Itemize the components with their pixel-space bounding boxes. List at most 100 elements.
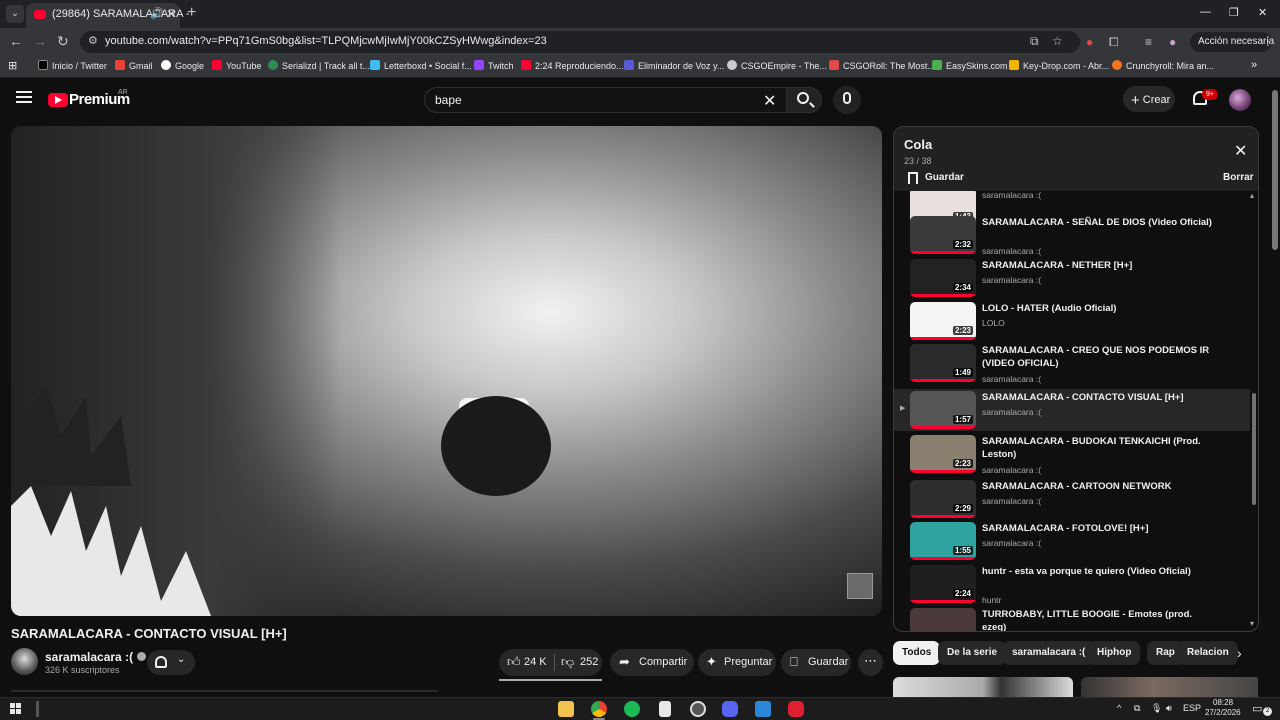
- account-avatar[interactable]: [1229, 89, 1251, 111]
- close-queue-icon[interactable]: ✕: [1234, 141, 1247, 161]
- bookmark-star-icon[interactable]: ☆: [1052, 34, 1063, 48]
- filter-chip[interactable]: saramalacara :(: [1003, 641, 1095, 665]
- window-close-icon[interactable]: ✕: [1258, 6, 1267, 19]
- bookmark-youtube[interactable]: YouTube: [212, 60, 261, 71]
- url-text[interactable]: youtube.com/watch?v=PPq71GmS0bg&list=TLP…: [105, 35, 547, 47]
- queue-item-thumbnail[interactable]: 2:23: [910, 302, 976, 340]
- channel-avatar[interactable]: [11, 648, 38, 675]
- tab-search-chevron-icon[interactable]: ⌄: [6, 5, 24, 23]
- scroll-up-arrow-icon[interactable]: ▴: [1250, 191, 1254, 200]
- channel-name[interactable]: saramalacara :(: [45, 650, 147, 664]
- queue-item[interactable]: 2:34 SARAMALACARA - NETHER [H+] saramalaca…: [894, 257, 1250, 299]
- queue-item-title[interactable]: TURROBABY, LITTLE BOOGIE - Emotes (prod.…: [982, 608, 1212, 631]
- microphone-tray-icon[interactable]: 🎙︎: [1151, 703, 1162, 714]
- filter-chip[interactable]: Relacion: [1178, 641, 1238, 665]
- reload-icon[interactable]: ↻: [57, 33, 69, 50]
- queue-item-thumbnail[interactable]: 1:55: [910, 522, 976, 560]
- queue-item-title[interactable]: SARAMALACARA - FOTOLOVE! [H+]: [982, 522, 1212, 535]
- queue-item-thumbnail[interactable]: 1:49: [910, 344, 976, 382]
- queue-item-thumbnail[interactable]: 2:32: [910, 216, 976, 254]
- queue-save-button[interactable]: Guardar: [925, 172, 964, 183]
- queue-item-thumbnail[interactable]: 2:29: [910, 480, 976, 518]
- bookmark-csgoempire[interactable]: CSGOEmpire - The...: [727, 60, 827, 71]
- new-tab-button[interactable]: +: [187, 4, 196, 22]
- bookmark-serializd[interactable]: Serializd | Track all t...: [268, 60, 370, 71]
- bookmark-csgoroll[interactable]: CSGORoll: The Most...: [829, 60, 935, 71]
- channel-watermark-icon[interactable]: [847, 573, 873, 599]
- filter-chip[interactable]: Todos: [893, 641, 941, 665]
- thumbs-down-icon[interactable]: 👎︎: [561, 654, 574, 670]
- windows-start-icon[interactable]: [10, 703, 22, 715]
- filter-chip[interactable]: Hiphop: [1088, 641, 1141, 665]
- app-window-icon[interactable]: [755, 701, 771, 717]
- filter-chip[interactable]: De la serie: [938, 641, 1007, 665]
- like-count[interactable]: 24 K: [524, 656, 547, 668]
- obs-icon[interactable]: [690, 701, 706, 717]
- bookmark-twitch[interactable]: Twitch: [474, 60, 514, 71]
- language-indicator[interactable]: ESP: [1183, 703, 1201, 713]
- queue-item[interactable]: 2:32 SARAMALACARA - SEÑAL DE DIOS (Video …: [894, 214, 1250, 256]
- action-required-button[interactable]: Acción necesaria: [1190, 32, 1274, 52]
- queue-scrollbar[interactable]: [1252, 393, 1256, 505]
- scroll-down-arrow-icon[interactable]: ▾: [1250, 619, 1254, 628]
- browser-tab-active[interactable]: (29864) SARAMALACARA - 🔊 ✕: [26, 3, 190, 28]
- youtube-logo-icon[interactable]: [48, 93, 68, 107]
- maximize-icon[interactable]: ❐: [1229, 6, 1239, 19]
- queue-clear-button[interactable]: Borrar: [1223, 172, 1254, 183]
- bookmark-easyskins[interactable]: EasySkins.com: [932, 60, 1008, 71]
- related-video-thumbnail[interactable]: [893, 677, 1073, 697]
- queue-item[interactable]: 1:49 SARAMALACARA - CREO QUE NOS PODEMOS …: [894, 342, 1250, 384]
- tray-chevron-icon[interactable]: ^: [1117, 703, 1121, 713]
- queue-item[interactable]: 2:29 SARAMALACARA - CARTOON NETWORK sarama…: [894, 478, 1250, 520]
- tray-app-icon[interactable]: ⧉: [1134, 703, 1140, 714]
- queue-item-title[interactable]: SARAMALACARA - BUDOKAI TENKAICHI (Prod. …: [982, 435, 1212, 461]
- search-input[interactable]: bape ✕: [424, 87, 788, 113]
- save-to-playlist-button[interactable]: ⎕ Guardar: [781, 649, 851, 676]
- chips-next-chevron-icon[interactable]: ›: [1237, 645, 1242, 661]
- queue-item[interactable]: 2:24 huntr - esta va porque te quiero (Vi…: [894, 563, 1250, 605]
- queue-item-title[interactable]: SARAMALACARA - NETHER [H+]: [982, 259, 1212, 272]
- chrome-icon[interactable]: [591, 701, 607, 717]
- clock-time[interactable]: 08:28: [1213, 698, 1233, 707]
- queue-item[interactable]: 1:55 SARAMALACARA - FOTOLOVE! [H+] saramal…: [894, 520, 1250, 562]
- bookmark-reproduciendo[interactable]: 2:24 Reproduciendo...: [521, 60, 624, 71]
- queue-item-title[interactable]: LOLO - HATER (Audio Oficial): [982, 302, 1212, 315]
- spotify-icon[interactable]: [624, 701, 640, 717]
- taskbar-search-icon[interactable]: [36, 701, 39, 717]
- menu-hamburger-icon[interactable]: [16, 91, 32, 103]
- extensions-puzzle-icon[interactable]: ⧠: [1109, 35, 1119, 50]
- media-app-icon[interactable]: [788, 701, 804, 717]
- file-explorer-icon[interactable]: [558, 701, 574, 717]
- create-button[interactable]: + Crear: [1123, 86, 1175, 112]
- voice-search-button[interactable]: [833, 86, 861, 114]
- back-icon[interactable]: ←: [9, 33, 23, 49]
- clear-search-icon[interactable]: ✕: [763, 91, 776, 111]
- share-button[interactable]: ➦ Compartir: [610, 649, 694, 676]
- queue-item-title[interactable]: SARAMALACARA - SEÑAL DE DIOS (Video Ofic…: [982, 216, 1212, 229]
- save-bookmark-icon[interactable]: [908, 172, 918, 184]
- queue-item-title[interactable]: huntr - esta va porque te quiero (Video …: [982, 565, 1212, 578]
- queue-item[interactable]: 2:23 LOLO - HATER (Audio Oficial) LOLO: [894, 300, 1250, 342]
- queue-item-thumbnail[interactable]: 2:23: [910, 435, 976, 473]
- queue-item-title[interactable]: SARAMALACARA - CREO QUE NOS PODEMOS IR (…: [982, 344, 1212, 370]
- bookmark-keydrop[interactable]: Key-Drop.com - Abr...: [1009, 60, 1109, 71]
- apps-grid-icon[interactable]: ⊞: [8, 59, 17, 72]
- address-bar[interactable]: ⚙ youtube.com/watch?v=PPq71GmS0bg&list=T…: [80, 31, 1080, 53]
- tab-close-icon[interactable]: ✕: [166, 7, 176, 21]
- queue-item[interactable]: TURROBABY, LITTLE BOOGIE - Emotes (prod.…: [894, 606, 1250, 631]
- related-video-thumbnail[interactable]: [1081, 677, 1258, 697]
- profile-icon[interactable]: ●: [1169, 35, 1176, 49]
- ask-button[interactable]: ✦ Preguntar: [698, 649, 776, 676]
- minimize-icon[interactable]: —: [1200, 6, 1211, 18]
- media-control-icon[interactable]: ≡: [1145, 35, 1152, 49]
- bookmark-google[interactable]: Google: [161, 60, 204, 71]
- discord-icon[interactable]: [722, 701, 738, 717]
- video-player[interactable]: [11, 126, 882, 616]
- queue-item-thumbnail[interactable]: 1:57: [910, 391, 976, 429]
- page-scrollbar-thumb[interactable]: [1272, 90, 1278, 250]
- bookmark-crunchyroll[interactable]: Crunchyroll: Mira an...: [1112, 60, 1214, 71]
- tab-audio-icon[interactable]: 🔊: [150, 7, 164, 20]
- install-app-icon[interactable]: ⧉: [1030, 34, 1039, 49]
- queue-item-title[interactable]: SARAMALACARA - CONTACTO VISUAL [H+]: [982, 391, 1212, 404]
- volume-icon[interactable]: 🔊︎: [1166, 703, 1172, 714]
